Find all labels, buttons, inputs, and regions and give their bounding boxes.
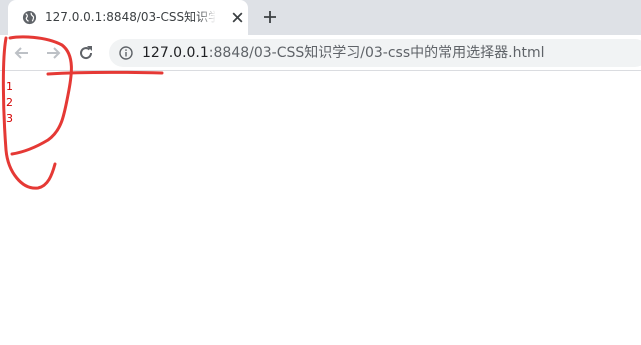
arrow-left-icon[interactable]	[12, 43, 32, 63]
list-item: 2	[6, 96, 13, 109]
list-item: 1	[6, 80, 13, 93]
list-item: 3	[6, 112, 13, 125]
reload-icon[interactable]	[76, 43, 96, 63]
info-icon[interactable]	[119, 46, 133, 60]
page-content: 1 2 3	[0, 71, 641, 345]
url-host: 127.0.0.1	[142, 45, 209, 61]
number-list: 1 2 3	[6, 79, 13, 127]
active-tab[interactable]: 127.0.0.1:8848/03-CSS知识学习/03-css中的常用选择器.…	[8, 0, 248, 35]
arrow-right-icon[interactable]	[43, 43, 63, 63]
close-icon[interactable]	[231, 11, 244, 24]
globe-icon	[22, 10, 37, 25]
tab-strip: 127.0.0.1:8848/03-CSS知识学习/03-css中的常用选择器.…	[0, 0, 641, 35]
tab-title: 127.0.0.1:8848/03-CSS知识学习/03-css中的常用选择器.…	[45, 10, 215, 24]
url-path: :8848/03-CSS知识学习/03-css中的常用选择器.html	[208, 45, 545, 61]
plus-icon[interactable]	[262, 9, 278, 25]
tab-title-fade	[198, 6, 216, 30]
browser-toolbar: 127.0.0.1:8848/03-CSS知识学习/03-css中的常用选择器.…	[0, 35, 641, 71]
address-bar[interactable]: 127.0.0.1:8848/03-CSS知识学习/03-css中的常用选择器.…	[109, 39, 641, 67]
url-text[interactable]: 127.0.0.1:8848/03-CSS知识学习/03-css中的常用选择器.…	[142, 44, 641, 62]
